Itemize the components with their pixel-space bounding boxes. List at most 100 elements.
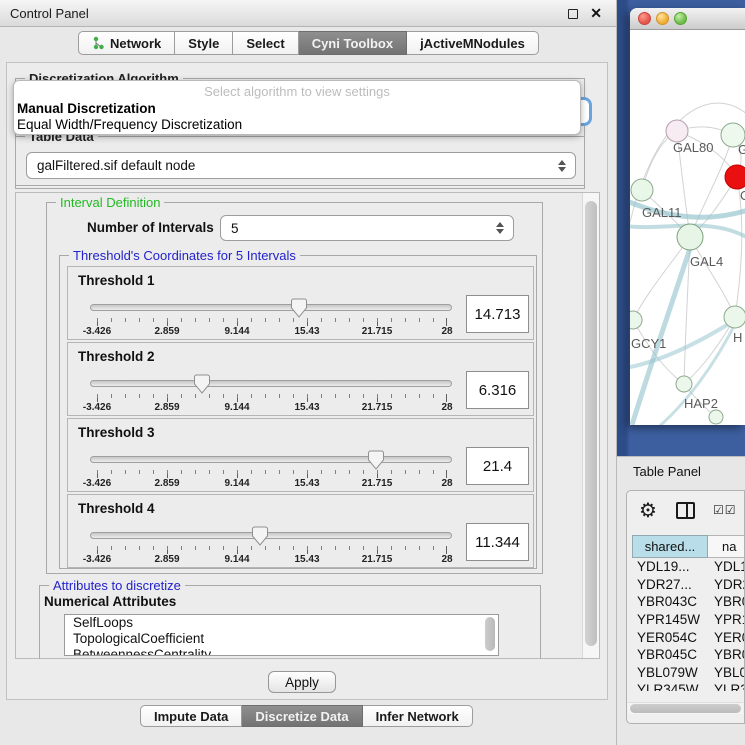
threshold-label: Threshold 4: [78, 501, 155, 516]
option-manual-discretization[interactable]: Manual Discretization: [17, 101, 156, 116]
table-panel-box: ⚙ ☑☑ shared... na YDL19...YDL1 YDR27...Y…: [626, 490, 745, 724]
desktop-background: GAL80GACGAL11GAL4GCY1HHAP2: [617, 0, 745, 456]
threshold-2-value-field[interactable]: 6.316: [466, 371, 529, 409]
threshold-2-box: Threshold 2 -3.426 2.859 9.144 15.43 21.…: [67, 342, 534, 416]
tab-select[interactable]: Select: [233, 31, 298, 55]
threshold-label: Threshold 3: [78, 425, 155, 440]
numerical-attributes-label: Numerical Attributes: [44, 594, 176, 609]
node-label: GCY1: [631, 336, 666, 351]
zoom-traffic-light-icon[interactable]: [674, 12, 687, 25]
algorithm-dropdown-popup: Select algorithm to view settings Manual…: [13, 80, 581, 135]
list-scrollbar[interactable]: [484, 617, 496, 653]
threshold-1-box: Threshold 1 -3.426 2.859 9.144 15.43 21.…: [67, 266, 534, 340]
table-row[interactable]: YPR145WYPR1: [632, 611, 745, 629]
table-row[interactable]: YDL19...YDL1: [632, 558, 745, 576]
column-header-name[interactable]: na: [708, 535, 745, 558]
table-row[interactable]: YBR043CYBR0: [632, 593, 745, 611]
close-traffic-light-icon[interactable]: [638, 12, 651, 25]
slider-track[interactable]: [90, 456, 452, 463]
float-window-icon[interactable]: [568, 9, 578, 19]
num-intervals-value: 5: [231, 221, 239, 236]
control-panel-titlebar: Control Panel ✕: [0, 0, 616, 27]
option-equal-width-frequency[interactable]: Equal Width/Frequency Discretization: [17, 117, 242, 132]
scrollbar-thumb[interactable]: [630, 704, 741, 713]
table-horizontal-scrollbar[interactable]: [628, 702, 743, 714]
node-label: GAL80: [673, 140, 713, 155]
network-window[interactable]: GAL80GACGAL11GAL4GCY1HHAP2: [630, 8, 745, 425]
split-columns-icon[interactable]: [676, 502, 695, 519]
slider-handle[interactable]: [252, 526, 269, 546]
apply-button[interactable]: Apply: [268, 671, 336, 693]
threshold-label: Threshold 2: [78, 349, 155, 364]
table-row[interactable]: YBL079WYBL0: [632, 664, 745, 682]
num-intervals-combo[interactable]: 5: [220, 215, 514, 241]
network-node[interactable]: [630, 311, 642, 329]
thresholds-group-title: Threshold's Coordinates for 5 Intervals: [69, 248, 300, 263]
table-panel-title: Table Panel: [633, 464, 701, 479]
minimize-traffic-light-icon[interactable]: [656, 12, 669, 25]
table-data-combo[interactable]: galFiltered.sif default node: [26, 152, 576, 179]
network-node[interactable]: [666, 120, 688, 142]
node-label: GA: [738, 142, 745, 157]
tab-infer-network[interactable]: Infer Network: [363, 705, 473, 727]
interval-definition-title: Interval Definition: [56, 195, 164, 210]
column-header-shared-name[interactable]: shared...: [632, 535, 708, 558]
tab-style[interactable]: Style: [175, 31, 233, 55]
network-node[interactable]: [677, 224, 703, 250]
tab-network[interactable]: Network: [78, 31, 175, 55]
slider-handle[interactable]: [367, 450, 384, 470]
slider-track[interactable]: [90, 304, 452, 311]
tab-discretize-data[interactable]: Discretize Data: [242, 705, 362, 727]
network-node[interactable]: [676, 376, 692, 392]
slider-track[interactable]: [90, 380, 452, 387]
top-tab-bar: Network Style Select Cyni Toolbox jActiv…: [78, 31, 539, 55]
network-node[interactable]: [724, 306, 745, 328]
network-node[interactable]: [631, 179, 653, 201]
node-label: C: [740, 188, 745, 203]
settings-vertical-scrollbar[interactable]: [582, 193, 599, 658]
network-node[interactable]: [725, 165, 745, 189]
close-icon[interactable]: ✕: [590, 5, 602, 22]
tab-cyni-toolbox[interactable]: Cyni Toolbox: [299, 31, 407, 55]
threshold-2-slider[interactable]: -3.426 2.859 9.144 15.43 21.715 28: [90, 373, 452, 415]
network-edge[interactable]: [690, 237, 735, 317]
network-canvas[interactable]: GAL80GACGAL11GAL4GCY1HHAP2: [630, 30, 745, 425]
threshold-1-slider[interactable]: -3.426 2.859 9.144 15.43 21.715 28: [90, 297, 452, 339]
list-item[interactable]: TopologicalCoefficient: [65, 631, 498, 647]
select-columns-icon[interactable]: ☑☑: [713, 503, 737, 517]
table-row[interactable]: YDR27...YDR2: [632, 576, 745, 594]
slider-track[interactable]: [90, 532, 452, 539]
gear-icon[interactable]: ⚙: [639, 498, 657, 523]
slider-scale: -3.426 2.859 9.144 15.43 21.715 28: [97, 478, 447, 490]
table-panel: Table Panel ⚙ ☑☑ shared... na YDL19...YD…: [617, 456, 745, 745]
threshold-4-value-field[interactable]: 11.344: [466, 523, 529, 561]
tab-impute-data[interactable]: Impute Data: [140, 705, 242, 727]
threshold-4-slider[interactable]: -3.426 2.859 9.144 15.43 21.715 28: [90, 525, 452, 567]
combo-arrows-icon: [558, 160, 566, 172]
control-panel: Control Panel ✕ Network Style Select Cyn…: [0, 0, 617, 745]
list-item[interactable]: SelfLoops: [65, 615, 498, 631]
tab-jactivemnodules[interactable]: jActiveMNodules: [407, 31, 539, 55]
scrollbar-thumb[interactable]: [585, 201, 597, 646]
algorithm-hint: Select algorithm to view settings: [14, 84, 580, 99]
slider-handle[interactable]: [194, 374, 211, 394]
tab-label: Network: [110, 36, 161, 51]
node-label: GAL11: [642, 205, 682, 220]
scrollbar-thumb[interactable]: [485, 617, 495, 651]
node-label: HAP2: [684, 396, 718, 411]
list-item[interactable]: BetweennessCentrality: [65, 647, 498, 656]
numerical-attributes-list[interactable]: SelfLoops TopologicalCoefficient Between…: [64, 614, 499, 656]
combo-arrows-icon: [496, 222, 504, 234]
threshold-4-box: Threshold 4 -3.426 2.859 9.144 15.43 21.…: [67, 494, 534, 568]
network-node[interactable]: [709, 410, 723, 424]
threshold-3-slider[interactable]: -3.426 2.859 9.144 15.43 21.715 28: [90, 449, 452, 491]
slider-scale: -3.426 2.859 9.144 15.43 21.715 28: [97, 326, 447, 338]
network-icon: [92, 36, 105, 50]
table-row[interactable]: YER054CYER0: [632, 628, 745, 646]
slider-handle[interactable]: [290, 298, 307, 318]
threshold-1-value-field[interactable]: 14.713: [466, 295, 529, 333]
table-row[interactable]: YBR045CYBR0: [632, 646, 745, 664]
network-window-titlebar[interactable]: [630, 8, 745, 30]
table-row[interactable]: YLR345WYLR3: [632, 681, 745, 691]
threshold-3-value-field[interactable]: 21.4: [466, 447, 529, 485]
